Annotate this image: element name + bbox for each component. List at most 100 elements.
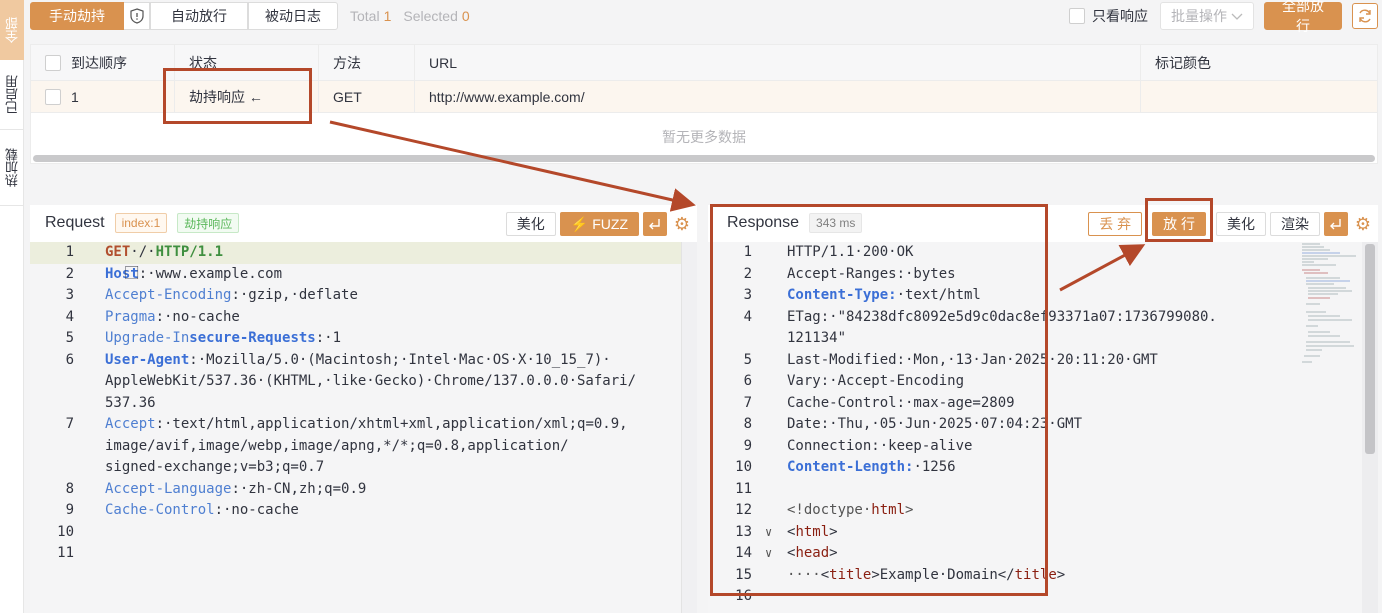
fold-chevron-icon[interactable]: ∨ [765,522,772,544]
scrollbar-thumb[interactable] [1365,244,1375,454]
index-tag: index:1 [114,213,168,233]
table-row[interactable]: 1 劫持响应 ← GET http://www.example.com/ [31,81,1377,113]
line-content: Accept-Language:·zh-CN,zh;q=0.9 [105,480,367,497]
row-order: 1 [31,81,175,112]
line-number: 2 [65,265,74,282]
request-panel: Request index:1 劫持响应 美化 ⚡ FUZZ ⚙ 1 GET·/·H… [30,205,697,613]
total-count: Total 1 [350,8,392,24]
line-content: Last-Modified:·Mon,·13·Jan·2025·20:11:20… [787,351,1158,368]
line-number: 7 [65,416,74,432]
render-button[interactable]: 渲染 [1270,212,1320,236]
side-tab-enabled[interactable]: 已启用 [0,60,24,130]
line-number: 3 [743,287,752,303]
code-line: 9 Connection:·keep-alive [708,436,1362,458]
line-content: User-Agent:·Mozilla/5.0·(Macintosh;·Inte… [105,351,611,368]
table-horizontal-scrollbar[interactable] [33,155,1375,162]
line-content: 121134" [787,330,847,346]
line-number: 10 [57,523,74,540]
code-line: 1 GET·/·HTTP/1.1 [30,242,681,264]
request-beautify-button[interactable]: 美化 [505,212,556,236]
line-content: Cache-Control:·max-age=2809 [787,394,1015,411]
line-number: 10 [735,459,752,475]
shield-icon[interactable] [124,2,150,30]
code-line: 9 Cache-Control:·no-cache [30,500,681,522]
line-number: 3 [65,287,74,303]
selected-count: Selected 0 [403,8,470,24]
header-url[interactable]: URL [415,45,1141,80]
line-content: GET·/·HTTP/1.1 [105,244,224,260]
code-line: signed-exchange;v=b3;q=0.7 [30,457,681,479]
line-number: 16 [735,588,752,604]
refresh-icon[interactable] [1352,3,1378,29]
batch-actions-dropdown[interactable]: 批量操作 [1160,2,1254,30]
line-content: Host⃞:·www.example.com [105,265,283,282]
header-method[interactable]: 方法 [319,45,415,80]
response-beautify-button[interactable]: 美化 [1216,212,1266,236]
line-content: ETag:·"84238dfc8092e5d9c0dac8ef93371a07:… [787,308,1217,325]
code-lines: 1 HTTP/1.1·200·OK 2 Accept-Ranges:·bytes 3 Co… [708,242,1362,608]
passive-log-button[interactable]: 被动日志 [248,2,338,30]
request-title: Request [45,214,105,231]
code-line: 5 Upgrade-Insecure-Requests:·1 [30,328,681,350]
enter-icon[interactable] [1324,212,1348,236]
line-content: <html> [787,523,838,540]
gear-icon[interactable]: ⚙ [1352,214,1374,235]
line-content: 537.36 [105,394,156,411]
code-line: 11 [708,479,1362,501]
code-minimap[interactable] [1300,242,1360,372]
line-content: Cache-Control:·no-cache [105,502,299,518]
line-number: 9 [65,502,74,518]
gear-icon[interactable]: ⚙ [671,214,693,235]
manual-hijack-button[interactable]: 手动劫持 [30,2,124,30]
line-content: Content-Length:·1256 [787,459,956,475]
request-editor[interactable]: 1 GET·/·HTTP/1.1 2 Host⃞:·www.example.com 3 A… [30,242,697,613]
line-number: 4 [743,308,752,325]
response-panel: Response 343 ms 丢 弃 放 行 美化 渲染 ⚙ 1 HTTP/1.… [708,205,1378,613]
fuzz-button[interactable]: ⚡ FUZZ [559,212,639,236]
code-line: 1 HTTP/1.1·200·OK [708,242,1362,264]
code-line: 6 Vary:·Accept-Encoding [708,371,1362,393]
code-line: 8 Date:·Thu,·05·Jun·2025·07:04:23·GMT [708,414,1362,436]
side-tab-hotload[interactable]: 热加载 [0,130,24,206]
code-line: 2 Accept-Ranges:·bytes [708,264,1362,286]
fold-chevron-icon[interactable]: ∨ [765,543,772,565]
line-number: 8 [65,480,74,497]
release-button[interactable]: 放 行 [1152,212,1206,236]
only-response-toggle[interactable]: 只看响应 [1069,6,1148,26]
line-number: 15 [735,566,752,583]
line-content: Pragma:·no-cache [105,308,240,325]
code-line: 537.36 [30,393,681,415]
request-editor-scrollbar[interactable] [681,242,697,613]
line-number: 11 [57,545,74,561]
auto-release-button[interactable]: 自动放行 [150,2,248,30]
header-order[interactable]: 到达顺序 [31,45,175,80]
drop-button[interactable]: 丢 弃 [1088,212,1143,236]
line-number: 6 [65,351,74,368]
response-editor[interactable]: 1 HTTP/1.1·200·OK 2 Accept-Ranges:·bytes 3 Co… [708,242,1378,613]
line-content: Vary:·Accept-Encoding [787,373,965,389]
header-mark-color[interactable]: 标记颜色 [1141,45,1377,80]
line-content: signed-exchange;v=b3;q=0.7 [105,459,325,475]
side-tab-all[interactable]: 全部 [0,0,24,60]
response-editor-scrollbar[interactable] [1362,242,1378,613]
row-checkbox[interactable] [45,88,61,105]
header-status[interactable]: 状态 [175,45,319,80]
chevron-down-icon [1231,8,1243,24]
only-response-checkbox[interactable] [1069,8,1085,24]
enter-icon[interactable] [643,212,667,236]
line-number: 11 [735,480,752,497]
select-all-checkbox[interactable] [45,54,61,71]
code-line: 15 ····<title>Example·Domain</title> [708,565,1362,587]
code-line: image/avif,image/webp,image/apng,*/*;q=0… [30,436,681,458]
line-number: 6 [743,373,752,389]
side-tabs: 全部 已启用 热加载 [0,0,24,613]
line-content: image/avif,image/webp,image/apng,*/*;q=0… [105,437,569,454]
release-all-button[interactable]: 全部放行 [1264,0,1342,34]
code-line: 11 [30,543,681,565]
line-content: Accept-Encoding:·gzip,·deflate [105,287,358,303]
row-mark-color [1141,81,1377,112]
code-line: 4 ETag:·"84238dfc8092e5d9c0dac8ef93371a07… [708,307,1362,329]
response-header: Response 343 ms 丢 弃 放 行 美化 渲染 ⚙ [708,205,1378,241]
code-line: 16 [708,586,1362,608]
hijack-table: 到达顺序 状态 方法 URL 标记颜色 1 劫持响应 ← GET http://… [30,44,1378,164]
